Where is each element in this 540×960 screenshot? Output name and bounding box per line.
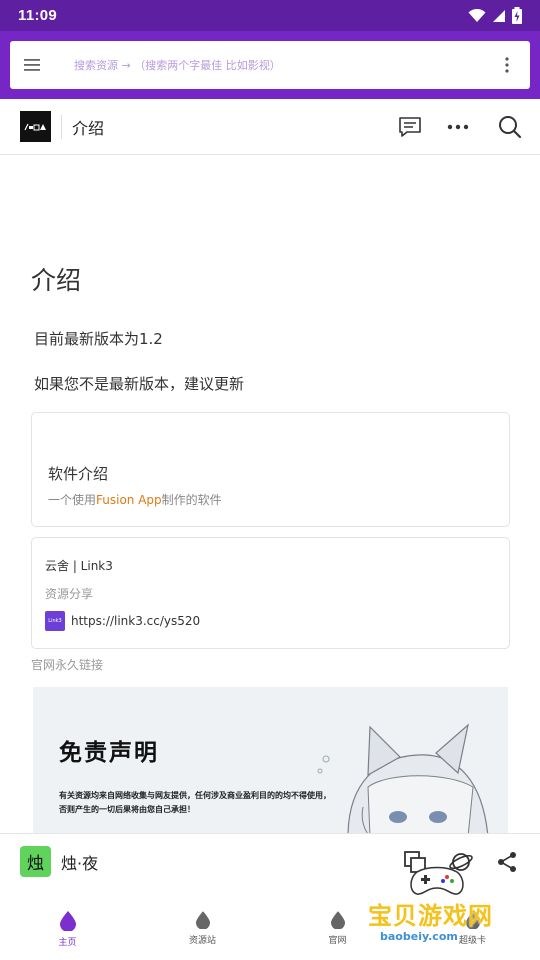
battery-icon bbox=[512, 7, 522, 24]
more-vertical-icon bbox=[505, 57, 509, 73]
app-name: 烛·夜 bbox=[61, 853, 99, 873]
disclaimer-banner: 免责声明 有关资源均来自网络收集与网友提供，任何涉及商业盈利目的的均不得使用， … bbox=[33, 687, 508, 833]
fusion-app-link[interactable]: Fusion App bbox=[96, 493, 162, 507]
comments-button[interactable] bbox=[388, 105, 432, 149]
tab-label: 资源站 bbox=[188, 936, 216, 946]
status-icons bbox=[468, 7, 522, 24]
link-card-title: 云舍 | Link3 bbox=[45, 559, 113, 573]
search-bar[interactable]: 搜索资源 → （搜索两个字最佳 比如影视） bbox=[10, 41, 530, 89]
header-title: 介绍 bbox=[72, 118, 105, 138]
app-icon: 烛 bbox=[20, 846, 51, 877]
tab-label: 主页 bbox=[58, 938, 77, 948]
overflow-menu-button[interactable] bbox=[484, 41, 530, 89]
permalink-note: 官网永久链接 bbox=[31, 658, 104, 672]
update-text: 如果您不是最新版本，建议更新 bbox=[34, 375, 245, 393]
card-subtitle-prefix: 一个使用 bbox=[48, 493, 97, 507]
comment-icon bbox=[399, 116, 421, 137]
search-icon bbox=[499, 115, 522, 138]
card-heading: 软件介绍 bbox=[48, 465, 109, 483]
hamburger-icon bbox=[24, 59, 40, 71]
tab-resources[interactable]: 资源站 bbox=[135, 889, 270, 960]
link-card-desc: 资源分享 bbox=[45, 587, 94, 601]
gamepad-icon bbox=[410, 866, 464, 895]
more-horizontal-icon bbox=[447, 124, 469, 129]
banner-line-2: 否则产生的一切后果将由您自己承担！ bbox=[59, 805, 195, 814]
link3-favicon: Link3 bbox=[45, 611, 65, 631]
status-time: 11:09 bbox=[18, 7, 58, 24]
tab-label: 官网 bbox=[328, 936, 347, 946]
tab-home[interactable]: 主页 bbox=[0, 889, 135, 960]
drop-icon bbox=[330, 911, 345, 929]
app-bar: 搜索资源 → （搜索两个字最佳 比如影视） bbox=[0, 31, 540, 99]
link-url[interactable]: https://link3.cc/ys520 bbox=[71, 614, 200, 628]
status-bar: 11:09 bbox=[0, 0, 540, 31]
drop-icon bbox=[195, 911, 210, 929]
watermark: 宝贝游戏网 baobeiy.com bbox=[362, 862, 512, 952]
version-text: 目前最新版本为1.2 bbox=[34, 330, 163, 348]
more-options-button[interactable] bbox=[436, 105, 480, 149]
banner-title: 免责声明 bbox=[59, 740, 159, 766]
link-card-url-row[interactable]: Link3 https://link3.cc/ys520 bbox=[45, 611, 200, 631]
wifi-icon bbox=[468, 8, 486, 22]
search-button[interactable] bbox=[488, 105, 532, 149]
page-content: 介绍 目前最新版本为1.2 如果您不是最新版本，建议更新 软件介绍 一个使用Fu… bbox=[0, 156, 540, 833]
header-divider bbox=[61, 114, 62, 139]
page-title: 介绍 bbox=[31, 266, 82, 295]
drop-icon bbox=[59, 911, 76, 931]
card-subtitle: 一个使用Fusion App制作的软件 bbox=[48, 491, 222, 508]
link-card[interactable]: 云舍 | Link3 资源分享 Link3 https://link3.cc/y… bbox=[31, 537, 510, 649]
banner-line-1: 有关资源均来自网络收集与网友提供，任何涉及商业盈利目的的均不得使用， bbox=[59, 791, 331, 800]
card-subtitle-suffix: 制作的软件 bbox=[161, 493, 222, 507]
hamburger-menu-button[interactable] bbox=[10, 41, 56, 89]
watermark-url: baobeiy.com bbox=[380, 930, 458, 943]
signal-icon bbox=[493, 9, 505, 22]
logo-icon bbox=[23, 123, 46, 130]
site-header: 介绍 bbox=[0, 99, 540, 155]
header-actions bbox=[388, 105, 540, 149]
anime-girl-illustration bbox=[317, 723, 489, 833]
search-input[interactable]: 搜索资源 → （搜索两个字最佳 比如影视） bbox=[74, 57, 281, 73]
site-logo[interactable] bbox=[20, 111, 51, 142]
software-intro-card[interactable]: 软件介绍 一个使用Fusion App制作的软件 bbox=[31, 412, 510, 527]
watermark-text: 宝贝游戏网 bbox=[368, 902, 493, 930]
